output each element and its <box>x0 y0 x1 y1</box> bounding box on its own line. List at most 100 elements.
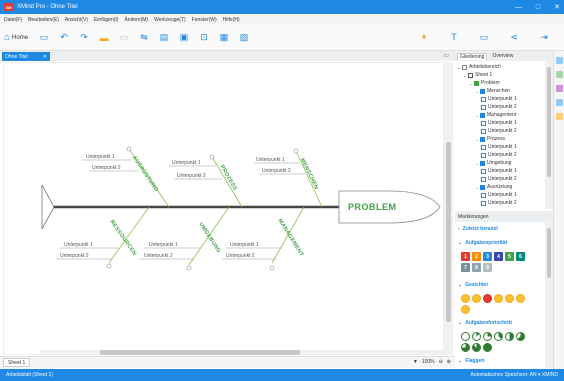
theme-icon[interactable]: ▬ <box>98 32 110 44</box>
document-tab[interactable]: Ohne Titel ✕ <box>2 52 50 61</box>
idea-icon[interactable]: ✦ <box>418 31 430 43</box>
priority-8-icon[interactable]: 8 <box>472 263 481 272</box>
outline-item[interactable]: ⌄ Management <box>475 112 516 118</box>
progress-icon[interactable] <box>516 332 525 341</box>
note-icon[interactable]: ▦ <box>218 32 230 44</box>
zoom-level[interactable]: 100% <box>422 359 435 365</box>
progress-icon[interactable] <box>505 332 514 341</box>
menu-help[interactable]: Hilfe(H) <box>223 17 240 23</box>
minimize-button[interactable]: — <box>515 4 522 11</box>
outline-item[interactable]: ⌄ Ausrüstung <box>475 184 512 190</box>
outline-item[interactable]: Unterpunkt 1 <box>481 120 517 126</box>
progress-icon[interactable] <box>494 332 503 341</box>
relationship-icon[interactable]: ▤ <box>158 32 170 44</box>
priority-6-icon[interactable]: 6 <box>516 252 525 261</box>
outline-item[interactable]: ⌄ Prozess <box>475 136 505 142</box>
markers-panel-icon[interactable] <box>556 85 563 92</box>
priority-4-icon[interactable]: 4 <box>494 252 503 261</box>
smiley-face-icon[interactable] <box>516 294 525 303</box>
filter-icon[interactable]: ▼ <box>413 359 418 365</box>
markers-scrollbar[interactable] <box>545 222 553 368</box>
subpoint-label[interactable]: Unterpunkt 1 <box>64 242 93 248</box>
share-icon[interactable]: ⋖ <box>508 31 520 43</box>
outline-item[interactable]: ⌄ Sheet 1 <box>463 72 492 78</box>
undo-icon[interactable]: ↶ <box>58 32 70 44</box>
smiley-face-icon[interactable] <box>483 294 492 303</box>
outline-item[interactable]: Unterpunkt 2 <box>481 176 517 182</box>
scrollbar-thumb[interactable] <box>100 350 300 355</box>
progress-icon[interactable] <box>461 343 470 352</box>
notes-panel-icon[interactable] <box>556 99 563 106</box>
subpoint-label[interactable]: Unterpunkt 1 <box>230 242 259 248</box>
outline-item[interactable]: ⌄ Arbeitsbereich <box>457 64 501 70</box>
subpoint-label[interactable]: Unterpunkt 1 <box>86 154 115 160</box>
priority-3-icon[interactable]: 3 <box>483 252 492 261</box>
priority-5-icon[interactable]: 5 <box>505 252 514 261</box>
scrollbar-thumb[interactable] <box>547 67 551 177</box>
format-icon[interactable]: T <box>448 31 460 43</box>
outline-item[interactable]: Unterpunkt 2 <box>481 104 517 110</box>
outline-item[interactable]: Unterpunkt 1 <box>481 144 517 150</box>
tab-outline[interactable]: Gliederung <box>457 52 488 60</box>
scrollbar-thumb[interactable] <box>446 142 451 322</box>
section-flags[interactable]: ⌄ Flaggen <box>458 358 484 364</box>
subpoint-label[interactable]: Unterpunkt 1 <box>256 157 285 163</box>
smiley-face-icon[interactable] <box>494 294 503 303</box>
tab-overview[interactable]: Overview <box>490 53 515 59</box>
save-icon[interactable]: ▭ <box>38 32 50 44</box>
outline-item[interactable]: Unterpunkt 2 <box>481 200 517 206</box>
problem-label[interactable]: PROBLEM <box>348 202 397 212</box>
priority-1-icon[interactable]: 1 <box>461 252 470 261</box>
menu-view[interactable]: Ansicht(V) <box>65 17 88 23</box>
outline-item[interactable]: ⌄ Umgebung <box>475 160 511 166</box>
outline-item[interactable]: Unterpunkt 2 <box>481 128 517 134</box>
smiley-face-icon[interactable] <box>505 294 514 303</box>
subpoint-label[interactable]: Unterpunkt 2 <box>262 168 291 174</box>
progress-icon[interactable] <box>472 343 481 352</box>
outline-item[interactable]: Unterpunkt 1 <box>481 192 517 198</box>
menu-edit[interactable]: Bearbeiten(E) <box>28 17 59 23</box>
subpoint-label[interactable]: Unterpunkt 1 <box>172 160 201 166</box>
subpoint-label[interactable]: Unterpunkt 1 <box>149 242 178 248</box>
status-autosave[interactable]: Automatisches Speichern: AN ▾ XMIND <box>470 372 558 378</box>
outline-item[interactable]: ⌄ Menschen <box>475 88 510 94</box>
boundary-icon[interactable]: ▣ <box>178 32 190 44</box>
smiley-face-icon[interactable] <box>472 294 481 303</box>
menu-modify[interactable]: Ändern(M) <box>124 17 148 23</box>
home-button[interactable]: ⌂ Home <box>4 32 28 43</box>
close-button[interactable]: ✕ <box>554 3 560 11</box>
progress-icon[interactable] <box>472 332 481 341</box>
outline-scrollbar[interactable] <box>545 61 553 209</box>
outline-item[interactable]: Unterpunkt 1 <box>481 96 517 102</box>
close-icon[interactable]: ✕ <box>43 54 47 60</box>
subpoint-label[interactable]: Unterpunkt 2 <box>226 253 255 259</box>
subpoint-label[interactable]: Unterpunkt 2 <box>144 253 173 259</box>
export-icon[interactable]: ⇥ <box>538 31 550 43</box>
image-icon[interactable]: ▨ <box>238 32 250 44</box>
priority-7-icon[interactable]: 7 <box>461 263 470 272</box>
progress-icon[interactable] <box>483 343 492 352</box>
subtopic-icon[interactable]: ⇋ <box>138 32 150 44</box>
menu-window[interactable]: Fenster(W) <box>192 17 217 23</box>
menu-insert[interactable]: Einfügen(I) <box>94 17 118 23</box>
progress-icon[interactable] <box>483 332 492 341</box>
subpoint-label[interactable]: Unterpunkt 2 <box>177 173 206 179</box>
priority-2-icon[interactable]: 2 <box>472 252 481 261</box>
zoom-in-icon[interactable]: ⊕ <box>447 359 451 365</box>
section-progress[interactable]: ⌄ Aufgabenfortschritt <box>458 320 512 326</box>
subpoint-label[interactable]: Unterpunkt 2 <box>92 165 121 171</box>
redo-icon[interactable]: ↷ <box>78 32 90 44</box>
maximize-button[interactable]: □ <box>536 4 540 11</box>
subpoint-label[interactable]: Unterpunkt 2 <box>60 253 89 259</box>
summary-icon[interactable]: ⊡ <box>198 32 210 44</box>
outline-panel-icon[interactable] <box>556 57 563 64</box>
comments-panel-icon[interactable] <box>556 113 563 120</box>
smiley-face-icon[interactable] <box>461 294 470 303</box>
panel-toggle-icon[interactable]: ▭ <box>443 52 449 59</box>
smiley-face-icon[interactable] <box>461 305 470 314</box>
outline-item[interactable]: Unterpunkt 2 <box>481 152 517 158</box>
topic-icon[interactable]: ▭ <box>118 32 130 44</box>
canvas-horizontal-scrollbar[interactable] <box>40 350 444 355</box>
zoom-out-icon[interactable]: ⊖ <box>439 359 443 365</box>
presentation-icon[interactable]: ▭ <box>478 31 490 43</box>
